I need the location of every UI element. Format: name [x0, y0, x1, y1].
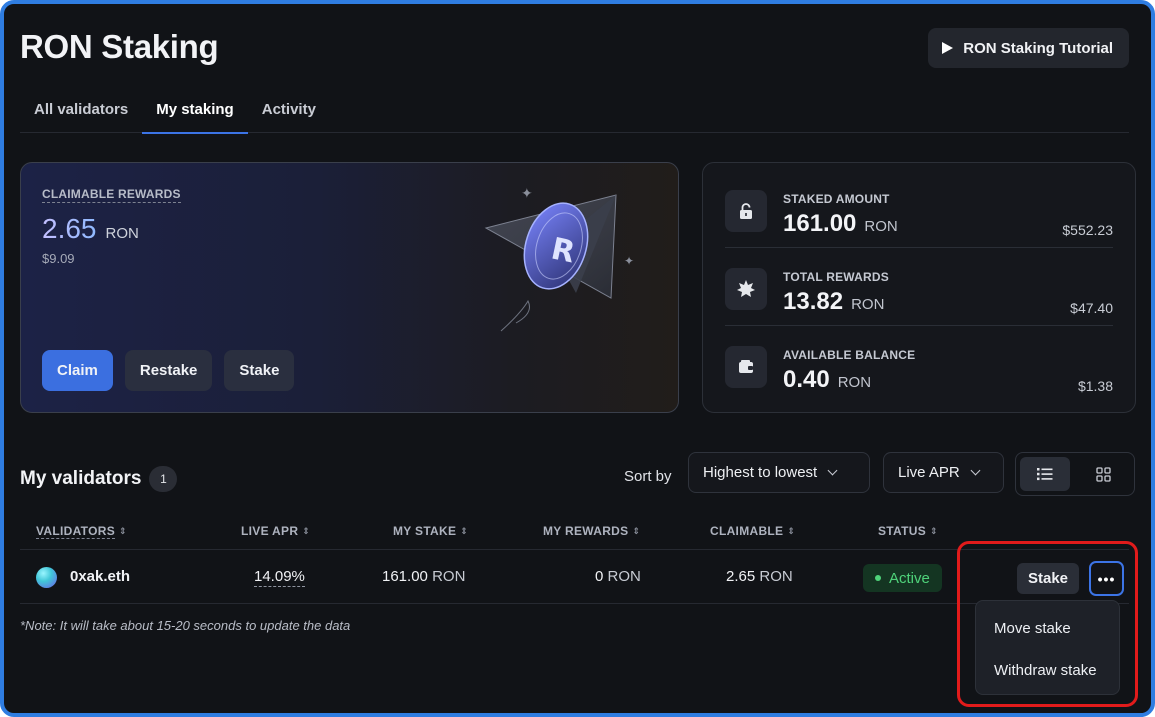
- tutorial-button[interactable]: RON Staking Tutorial: [928, 28, 1129, 68]
- staking-stats-card: STAKED AMOUNT 161.00 RON $552.23 TOTAL R…: [702, 162, 1136, 413]
- svg-text:✦: ✦: [521, 186, 533, 202]
- status-dot-icon: [875, 575, 881, 581]
- validators-count-badge: 1: [149, 466, 178, 492]
- sort-order-value: Highest to lowest: [703, 464, 818, 481]
- header-live-apr[interactable]: LIVE APR ⇕: [241, 524, 310, 538]
- my-validators-heading: My validators 1: [20, 466, 178, 492]
- my-validators-title: My validators: [20, 468, 142, 489]
- ron-coin-illustration-icon: R ✦ ✦: [484, 186, 634, 332]
- lock-icon: [725, 190, 767, 232]
- available-balance-usd: $1.38: [1077, 378, 1113, 394]
- validator-my-rewards: 0 RON: [595, 568, 641, 585]
- sort-icon: ⇕: [460, 525, 469, 536]
- sort-icon: ⇕: [787, 525, 796, 536]
- header-validators[interactable]: VALIDATORS ⇕: [36, 524, 127, 539]
- chevron-down-icon: [827, 465, 838, 476]
- claimable-rewards-label: CLAIMABLE REWARDS: [42, 187, 181, 203]
- sort-icon: ⇕: [119, 526, 127, 536]
- chevron-down-icon: [970, 465, 981, 476]
- list-view-button[interactable]: [1020, 457, 1070, 491]
- claimable-rewards-usd: $9.09: [42, 251, 75, 266]
- row-stake-button[interactable]: Stake: [1017, 563, 1080, 594]
- tab-my-staking[interactable]: My staking: [142, 100, 248, 134]
- row-actions-menu: Move stake Withdraw stake: [975, 600, 1120, 695]
- grid-view-button[interactable]: [1078, 457, 1128, 491]
- validator-my-stake: 161.00 RON: [382, 568, 466, 585]
- staked-amount-value: 161.00 RON: [783, 210, 898, 238]
- validator-avatar: [36, 567, 57, 588]
- page-title: RON Staking: [20, 28, 219, 65]
- wallet-icon: [725, 346, 767, 388]
- total-rewards-number: 13.82: [783, 288, 844, 315]
- total-rewards-usd: $47.40: [1070, 300, 1113, 316]
- total-rewards-unit: RON: [851, 296, 885, 313]
- claimable-rewards-unit: RON: [105, 225, 139, 242]
- sort-icon: ⇕: [930, 525, 938, 536]
- available-balance-value: 0.40 RON: [783, 366, 871, 394]
- staked-amount-label: STAKED AMOUNT: [783, 192, 890, 206]
- sort-field-select[interactable]: Live APR: [883, 452, 1004, 493]
- rewards-actions: Claim Restake Stake: [42, 350, 295, 391]
- restake-button[interactable]: Restake: [124, 350, 213, 391]
- validator-name[interactable]: 0xak.eth: [70, 568, 130, 585]
- play-icon: [942, 42, 954, 54]
- validator-claimable: 2.65 RON: [726, 568, 793, 585]
- available-balance-row: AVAILABLE BALANCE 0.40 RON $1.38: [725, 326, 1113, 404]
- available-balance-number: 0.40: [783, 366, 830, 393]
- claimable-rewards-card: CLAIMABLE REWARDS 2.65 RON $9.09 R ✦ ✦ C…: [20, 162, 679, 413]
- sort-by-label: Sort by: [624, 468, 672, 485]
- tab-activity[interactable]: Activity: [248, 100, 330, 133]
- header-claimable[interactable]: CLAIMABLE ⇕: [710, 524, 795, 538]
- sort-field-value: Live APR: [898, 464, 960, 481]
- claimable-rewards-amount: 2.65: [42, 213, 97, 244]
- app-window: RON Staking RON Staking Tutorial All val…: [0, 0, 1155, 717]
- status-label: Active: [889, 569, 930, 587]
- validator-apr: 14.09%: [254, 568, 305, 587]
- total-rewards-value: 13.82 RON: [783, 288, 884, 316]
- header-my-stake[interactable]: MY STAKE ⇕: [393, 524, 468, 538]
- available-balance-unit: RON: [837, 374, 872, 391]
- tutorial-button-label: RON Staking Tutorial: [963, 39, 1113, 57]
- tab-all-validators[interactable]: All validators: [20, 100, 142, 133]
- grid-icon: [1095, 466, 1111, 482]
- claimable-rewards-value: 2.65 RON: [42, 213, 139, 245]
- staked-amount-usd: $552.23: [1062, 222, 1113, 238]
- claim-button[interactable]: Claim: [42, 350, 113, 391]
- staked-amount-row: STAKED AMOUNT 161.00 RON $552.23: [725, 170, 1113, 248]
- sort-order-select[interactable]: Highest to lowest: [688, 452, 870, 493]
- update-note: *Note: It will take about 15-20 seconds …: [20, 618, 351, 633]
- header-status[interactable]: STATUS ⇕: [878, 524, 938, 538]
- staked-amount-number: 161.00: [783, 210, 857, 237]
- staked-amount-unit: RON: [864, 218, 898, 235]
- sort-icon: ⇕: [302, 525, 311, 536]
- more-options-button[interactable]: •••: [1089, 561, 1124, 596]
- tab-bar: All validators My staking Activity: [20, 100, 1129, 134]
- status-badge: Active: [863, 564, 942, 592]
- list-icon: [1037, 468, 1053, 481]
- total-rewards-row: TOTAL REWARDS 13.82 RON $47.40: [725, 248, 1113, 326]
- menu-item-move-stake[interactable]: Move stake: [994, 620, 1071, 637]
- view-toggle: [1015, 452, 1135, 496]
- validators-table-header: VALIDATORS ⇕ LIVE APR ⇕ MY STAKE ⇕ MY REWAR…: [20, 513, 1129, 550]
- menu-item-withdraw-stake[interactable]: Withdraw stake: [994, 662, 1097, 679]
- total-rewards-label: TOTAL REWARDS: [783, 270, 889, 284]
- available-balance-label: AVAILABLE BALANCE: [783, 348, 916, 362]
- stake-button[interactable]: Stake: [224, 350, 295, 391]
- header-my-rewards[interactable]: MY REWARDS ⇕: [543, 524, 640, 538]
- svg-text:✦: ✦: [624, 254, 634, 268]
- table-row[interactable]: 0xak.eth 14.09% 161.00 RON 0 RON 2.65 RO…: [20, 550, 1129, 604]
- star-badge-icon: [725, 268, 767, 310]
- sort-icon: ⇕: [632, 525, 641, 536]
